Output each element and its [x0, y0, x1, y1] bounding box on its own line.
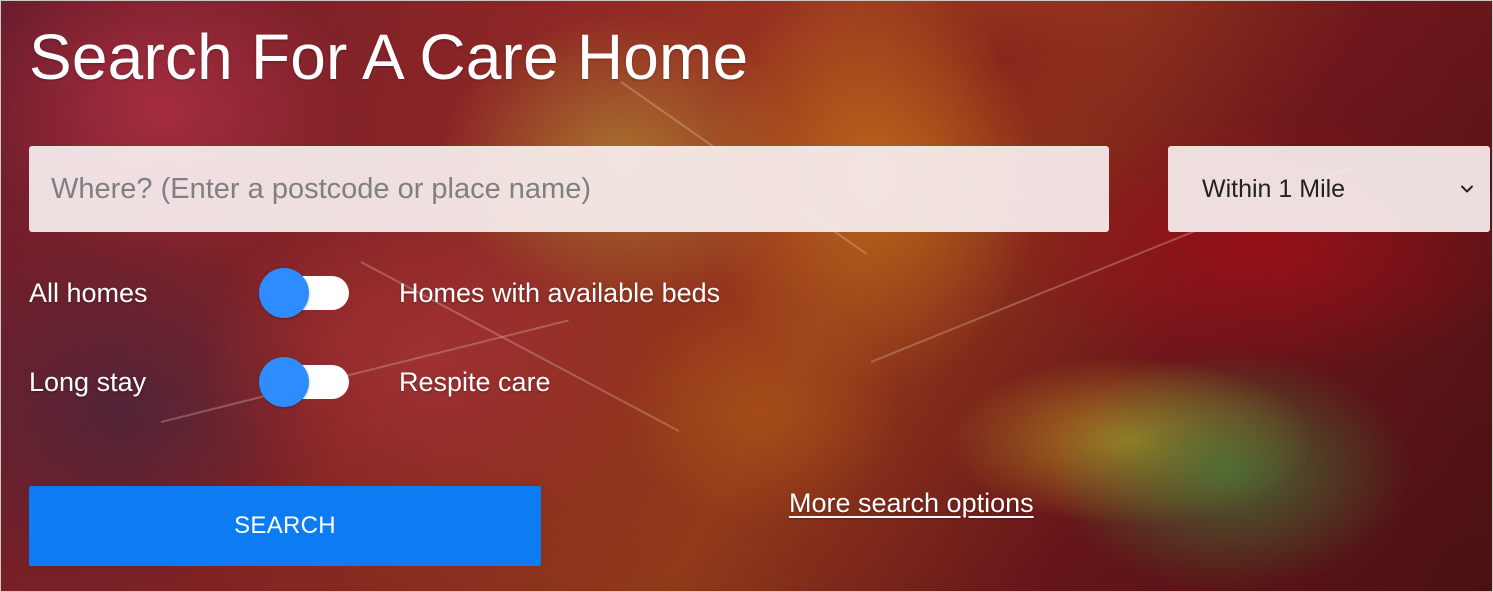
respite-care-label: Respite care: [399, 366, 551, 397]
long-stay-label: Long stay: [29, 366, 147, 397]
stay-type-toggle[interactable]: [259, 357, 349, 407]
chevron-down-icon: [1461, 185, 1473, 193]
page-title: Search For A Care Home: [29, 21, 749, 93]
search-button[interactable]: SEARCH: [29, 486, 541, 566]
all-homes-label: All homes: [29, 277, 148, 308]
available-beds-label: Homes with available beds: [399, 277, 721, 308]
toggle-knob: [259, 268, 309, 318]
availability-toggle[interactable]: [259, 268, 349, 318]
more-search-options-link[interactable]: More search options: [789, 488, 1034, 519]
toggle-knob: [259, 357, 309, 407]
stay-type-filter-row: Long stay Respite care: [29, 357, 551, 407]
search-form: Search For A Care Home Within 1 Mile All…: [1, 1, 1492, 591]
care-home-search-panel: Search For A Care Home Within 1 Mile All…: [0, 0, 1493, 592]
distance-select[interactable]: Within 1 Mile: [1168, 146, 1490, 232]
availability-filter-row: All homes Homes with available beds: [29, 268, 720, 318]
location-search-input[interactable]: [29, 146, 1109, 232]
distance-selected-value: Within 1 Mile: [1202, 174, 1346, 203]
